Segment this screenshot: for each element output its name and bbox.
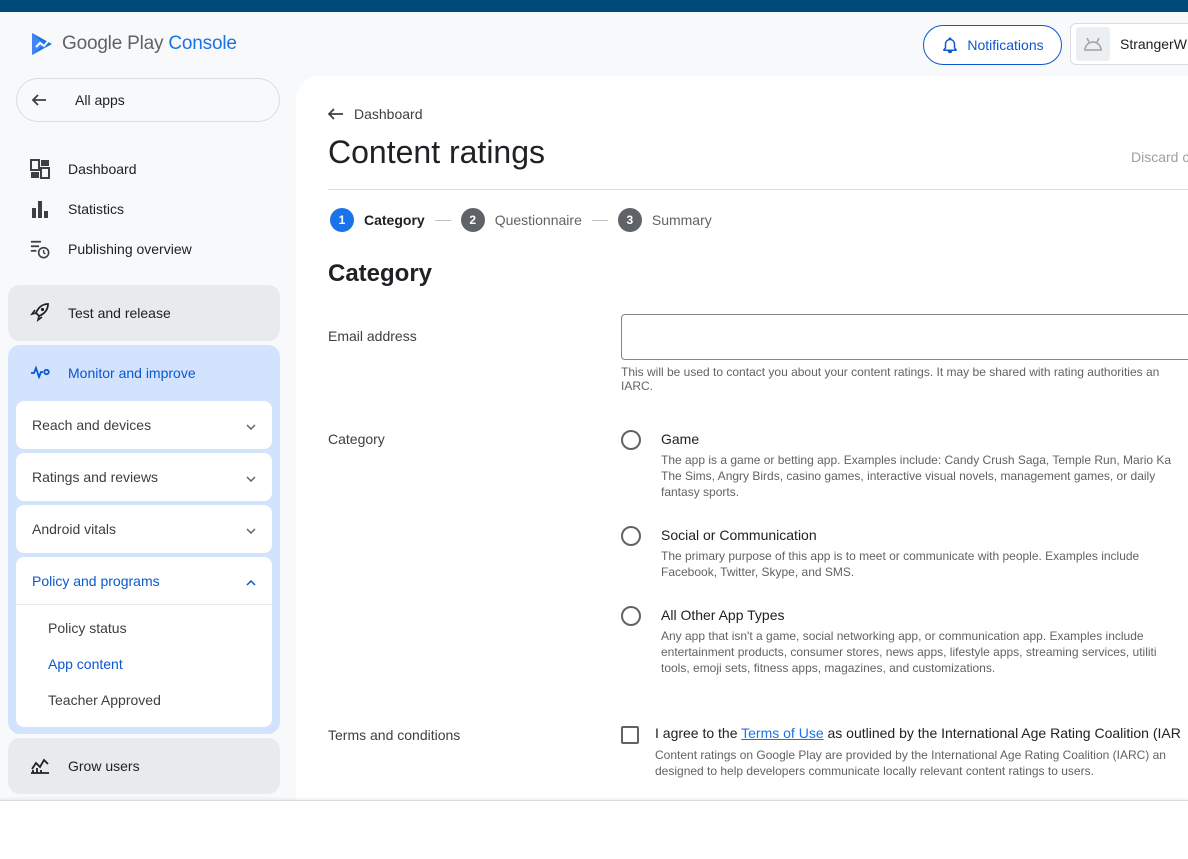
test-and-release-label: Test and release xyxy=(68,305,171,321)
email-field[interactable] xyxy=(621,314,1188,360)
step-label: Summary xyxy=(651,212,712,228)
bell-icon xyxy=(943,37,958,54)
option-social-desc-2: Facebook, Twitter, Skype, and SMS. xyxy=(661,565,855,579)
step-questionnaire[interactable]: 2 Questionnaire xyxy=(460,208,582,232)
terms-of-use-link[interactable]: Terms of Use xyxy=(741,725,823,741)
arrow-back-icon xyxy=(31,92,75,108)
monitor-icon xyxy=(30,364,50,382)
teacher-approved-link[interactable]: Teacher Approved xyxy=(48,692,161,708)
all-apps-button[interactable]: All apps xyxy=(16,78,280,122)
terms-label: Terms and conditions xyxy=(328,727,461,743)
rocket-icon xyxy=(30,302,50,325)
terms-agreement-text: I agree to the Terms of Use as outlined … xyxy=(655,725,1181,741)
step-number: 2 xyxy=(460,208,485,232)
test-and-release-header[interactable]: Test and release xyxy=(30,301,171,325)
policy-and-programs-label: Policy and programs xyxy=(32,572,160,589)
radio-game[interactable] xyxy=(621,430,641,450)
grow-icon xyxy=(30,756,50,777)
option-other-title: All Other App Types xyxy=(661,607,785,623)
breadcrumb[interactable]: Dashboard xyxy=(328,106,423,122)
discard-changes-button[interactable]: Discard c xyxy=(1131,149,1188,165)
option-social-desc-1: The primary purpose of this app is to me… xyxy=(661,549,1140,563)
policy-and-programs-item: Policy and programs Policy status App co… xyxy=(16,557,272,727)
publishing-icon xyxy=(30,239,50,259)
radio-social-communication[interactable] xyxy=(621,526,641,546)
option-game-desc-3: fantasy sports. xyxy=(661,485,740,499)
android-vitals-label: Android vitals xyxy=(32,521,117,537)
monitor-and-improve-label: Monitor and improve xyxy=(68,365,196,381)
option-other-desc-2: entertainment products, consumer stores,… xyxy=(661,645,1157,659)
sidebar-item-label: Statistics xyxy=(68,201,125,217)
bar-chart-icon xyxy=(30,199,50,219)
sidebar-item-label: Publishing overview xyxy=(68,241,192,257)
step-label: Category xyxy=(364,212,425,228)
page-title: Content ratings xyxy=(328,134,546,170)
reach-and-devices-label: Reach and devices xyxy=(32,417,152,433)
chevron-down-icon xyxy=(246,469,256,485)
option-other-desc-3: tools, emoji sets, fitness apps, magazin… xyxy=(661,661,996,675)
radio-all-other-app-types[interactable] xyxy=(621,606,641,626)
developer-account-selector[interactable]: StrangerW xyxy=(1070,23,1188,65)
email-help-line-1: This will be used to contact you about y… xyxy=(621,365,1160,379)
sidebar-item-dashboard[interactable]: Dashboard xyxy=(30,157,137,181)
test-and-release-group[interactable]: Test and release xyxy=(8,285,280,341)
ratings-and-reviews-label: Ratings and reviews xyxy=(32,469,159,485)
account-name: StrangerW xyxy=(1120,36,1187,52)
step-summary[interactable]: 3 Summary xyxy=(617,208,712,232)
option-other-desc-1: Any app that isn't a game, social networ… xyxy=(661,629,1144,643)
sidebar-item-publishing-overview[interactable]: Publishing overview xyxy=(30,237,192,261)
play-logo-icon xyxy=(32,33,52,55)
category-label: Category xyxy=(328,431,385,447)
divider xyxy=(328,189,1188,190)
sidebar-item-statistics[interactable]: Statistics xyxy=(30,197,124,221)
chevron-down-icon xyxy=(246,417,256,433)
dashboard-icon xyxy=(30,159,50,179)
policy-status-link[interactable]: Policy status xyxy=(48,620,127,636)
android-vitals-item[interactable]: Android vitals xyxy=(16,505,272,553)
app-header: Google Play Console Notifications Strang… xyxy=(0,12,1188,76)
step-number: 1 xyxy=(330,208,354,232)
logo-text: Google Play Console xyxy=(62,33,237,54)
monitor-and-improve-header[interactable]: Monitor and improve xyxy=(30,361,196,385)
all-apps-label: All apps xyxy=(75,92,125,108)
ratings-and-reviews-item[interactable]: Ratings and reviews xyxy=(16,453,272,501)
main-content: Dashboard Content ratings Discard c 1 Ca… xyxy=(296,76,1188,800)
reach-and-devices-item[interactable]: Reach and devices xyxy=(16,401,272,449)
notifications-button[interactable]: Notifications xyxy=(923,25,1062,65)
app-content-link[interactable]: App content xyxy=(48,656,123,672)
grow-users-header[interactable]: Grow users xyxy=(30,754,140,778)
option-game-desc-1: The app is a game or betting app. Exampl… xyxy=(661,453,1172,467)
android-icon xyxy=(1076,27,1110,61)
step-connector xyxy=(434,219,451,221)
grow-users-group[interactable]: Grow users xyxy=(8,738,280,794)
breadcrumb-label: Dashboard xyxy=(354,106,423,122)
step-category[interactable]: 1 Category xyxy=(330,208,425,232)
step-label: Questionnaire xyxy=(494,212,582,228)
monitor-and-improve-group: Monitor and improve Reach and devices Ra… xyxy=(8,345,280,734)
terms-desc-line-1: Content ratings on Google Play are provi… xyxy=(655,748,1166,762)
sidebar-item-label: Dashboard xyxy=(68,161,137,177)
email-label: Email address xyxy=(328,328,417,344)
top-accent-bar xyxy=(0,0,1188,12)
arrow-back-icon xyxy=(328,108,343,120)
policy-and-programs-header[interactable]: Policy and programs xyxy=(16,557,272,605)
step-number: 3 xyxy=(617,208,642,232)
sidebar: All apps Dashboard Statistics Publishing… xyxy=(0,76,296,800)
grow-users-label: Grow users xyxy=(68,758,140,774)
option-game-desc-2: The Sims, Angry Birds, casino games, int… xyxy=(661,469,1156,483)
chevron-down-icon xyxy=(246,521,256,537)
play-console-logo[interactable]: Google Play Console xyxy=(30,31,237,57)
notifications-label: Notifications xyxy=(967,37,1044,53)
step-connector xyxy=(591,219,608,221)
option-social-title: Social or Communication xyxy=(661,527,817,543)
chevron-up-icon xyxy=(246,573,256,589)
stepper: 1 Category 2 Questionnaire 3 Summary xyxy=(330,208,712,232)
terms-desc-line-2: designed to help developers communicate … xyxy=(655,764,1094,778)
section-title: Category xyxy=(328,260,433,287)
terms-checkbox[interactable] xyxy=(621,726,639,744)
footer-action-bar xyxy=(0,800,1188,859)
email-help-line-2: IARC. xyxy=(621,379,654,393)
option-game-title: Game xyxy=(661,431,700,447)
